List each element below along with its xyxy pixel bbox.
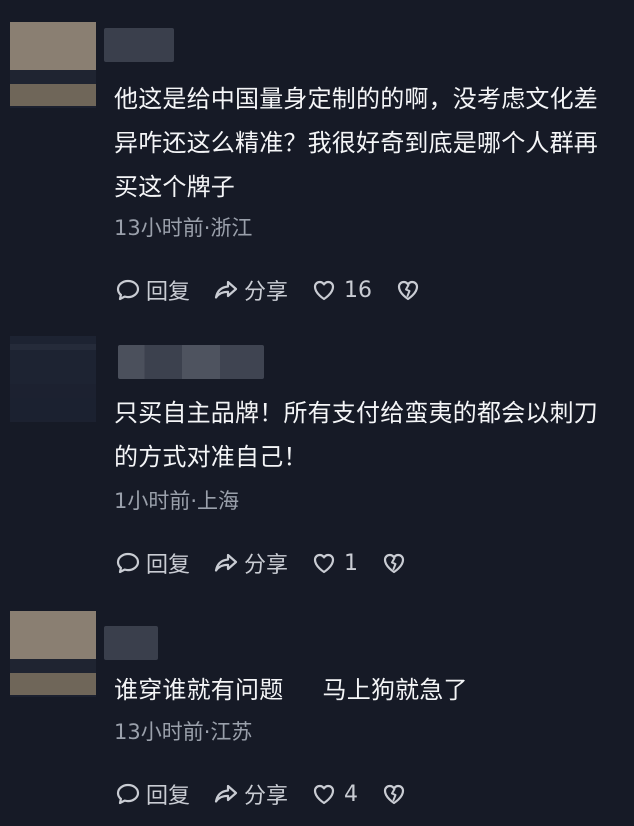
comment-text: 谁穿谁就有问题 马上狗就急了 <box>114 676 468 704</box>
reply-label: 回复 <box>146 280 191 305</box>
comment-list: 他这是给中国量身定制的的啊，没考虑文化差异咋还这么精准？我很好奇到底是哪个人群再… <box>0 0 634 826</box>
heart-icon <box>313 280 335 301</box>
like-button[interactable]: 4 <box>310 780 358 808</box>
comment-bubble-icon <box>116 783 140 805</box>
like-button[interactable]: 1 <box>310 549 358 577</box>
dislike-button[interactable] <box>380 780 412 808</box>
share-button[interactable]: 分享 <box>212 547 288 579</box>
share-label: 分享 <box>244 784 289 809</box>
avatar-image <box>10 398 96 420</box>
avatar-image <box>10 673 96 695</box>
comment-bubble-icon <box>116 552 140 574</box>
username-blurred[interactable] <box>104 626 158 660</box>
broken-heart-icon <box>383 553 405 574</box>
like-count: 4 <box>344 781 359 807</box>
avatar-image <box>10 70 96 84</box>
like-count: 16 <box>344 277 373 303</box>
avatar[interactable] <box>10 611 96 697</box>
share-label: 分享 <box>244 280 289 305</box>
dislike-button[interactable] <box>380 549 412 577</box>
comment-text: 他这是给中国量身定制的的啊，没考虑文化差异咋还这么精准？我很好奇到底是哪个人群再… <box>114 85 598 201</box>
avatar[interactable] <box>10 336 96 422</box>
avatar-image <box>10 84 96 106</box>
share-arrow-icon <box>214 280 238 299</box>
comment-meta: 1小时前·上海 <box>114 489 240 513</box>
like-count: 1 <box>344 550 359 576</box>
avatar-image <box>10 611 96 659</box>
reply-button[interactable]: 回复 <box>114 778 190 810</box>
dislike-button[interactable] <box>394 276 426 304</box>
share-label: 分享 <box>244 553 289 578</box>
share-button[interactable]: 分享 <box>212 274 288 306</box>
avatar-image <box>10 659 96 673</box>
broken-heart-icon <box>383 784 405 805</box>
reply-label: 回复 <box>146 784 191 809</box>
comment-meta: 13小时前·江苏 <box>114 720 253 744</box>
reply-button[interactable]: 回复 <box>114 547 190 579</box>
comment-actions: 回复 分享 16 <box>114 273 448 307</box>
avatar-image <box>10 344 96 350</box>
comment-text: 只买自主品牌！所有支付给蛮夷的都会以刺刀的方式对准自己！ <box>114 399 598 471</box>
username-blurred[interactable] <box>104 28 174 62</box>
comment-actions: 回复 分享 1 <box>114 546 434 580</box>
avatar[interactable] <box>10 22 96 108</box>
share-arrow-icon <box>214 553 238 572</box>
share-button[interactable]: 分享 <box>212 778 288 810</box>
comment-bubble-icon <box>116 279 140 301</box>
avatar-image <box>10 22 96 70</box>
share-arrow-icon <box>214 784 238 803</box>
broken-heart-icon <box>397 280 419 301</box>
like-button[interactable]: 16 <box>310 276 372 304</box>
comment-meta: 13小时前·浙江 <box>114 216 253 240</box>
username-blurred[interactable] <box>118 345 264 379</box>
reply-label: 回复 <box>146 553 191 578</box>
comment-actions: 回复 分享 4 <box>114 777 434 811</box>
heart-icon <box>313 553 335 574</box>
reply-button[interactable]: 回复 <box>114 274 190 306</box>
heart-icon <box>313 784 335 805</box>
